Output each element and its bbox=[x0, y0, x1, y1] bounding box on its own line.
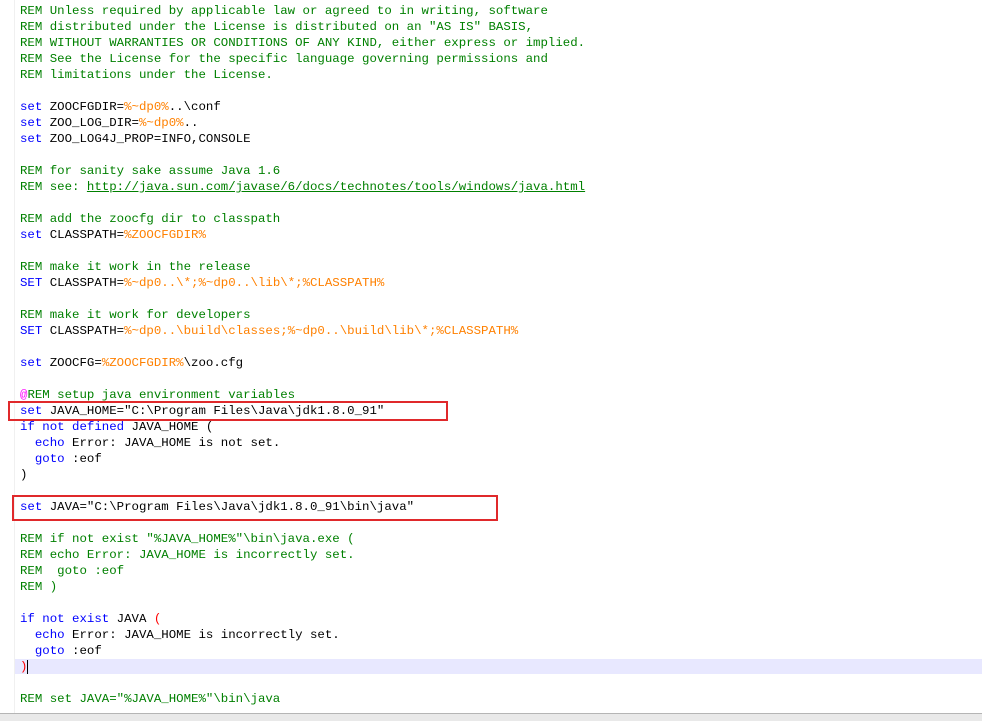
code-token: REM make it work in the release bbox=[20, 260, 251, 274]
code-line: set ZOO_LOG_DIR=%~dp0%.. bbox=[20, 115, 198, 131]
code-token: REM See the License for the specific lan… bbox=[20, 52, 548, 66]
code-token: REM for sanity sake assume Java 1.6 bbox=[20, 164, 281, 178]
code-line: ) bbox=[20, 467, 27, 483]
code-line: REM add the zoocfg dir to classpath bbox=[20, 211, 280, 227]
code-token: goto bbox=[34, 644, 65, 658]
code-token: REM if not exist "%JAVA_HOME%"\bin\java.… bbox=[20, 532, 355, 546]
code-line: echo Error: JAVA_HOME is not set. bbox=[20, 435, 280, 451]
code-token: CLASSPATH= bbox=[42, 276, 125, 290]
code-line: REM Unless required by applicable law or… bbox=[20, 3, 548, 19]
code-line: REM goto :eof bbox=[20, 563, 124, 579]
code-token: SET bbox=[20, 324, 43, 338]
code-line: REM See the License for the specific lan… bbox=[20, 51, 548, 67]
code-token: REM set JAVA="%JAVA_HOME%"\bin\java bbox=[20, 692, 281, 706]
code-line: REM if not exist "%JAVA_HOME%"\bin\java.… bbox=[20, 531, 355, 547]
java-home-highlight-box bbox=[8, 401, 448, 421]
code-token: if not defined bbox=[20, 420, 125, 434]
code-token: \zoo.cfg bbox=[183, 356, 244, 370]
code-token: http://java.sun.com/javase/6/docs/techno… bbox=[86, 180, 586, 194]
code-token: REM goto :eof bbox=[20, 564, 125, 578]
code-token: ) bbox=[20, 468, 28, 482]
code-token: ZOO_LOG4J_PROP=INFO,CONSOLE bbox=[42, 132, 251, 146]
code-line: set CLASSPATH=%ZOOCFGDIR% bbox=[20, 227, 206, 243]
code-token: JAVA bbox=[109, 612, 154, 626]
code-line: SET CLASSPATH=%~dp0..\build\classes;%~dp… bbox=[20, 323, 518, 339]
code-line: REM for sanity sake assume Java 1.6 bbox=[20, 163, 280, 179]
code-token: set bbox=[20, 356, 43, 370]
code-token: Error: JAVA_HOME is not set. bbox=[64, 436, 281, 450]
code-token: REM WITHOUT WARRANTIES OR CONDITIONS OF … bbox=[20, 36, 586, 50]
code-token: %~dp0% bbox=[124, 100, 169, 114]
code-token: set bbox=[20, 228, 43, 242]
code-token: REM ) bbox=[20, 580, 58, 594]
current-line-highlight bbox=[15, 659, 982, 674]
code-token: set bbox=[20, 132, 43, 146]
code-line: if not defined JAVA_HOME ( bbox=[20, 419, 213, 435]
editor-gutter bbox=[0, 0, 15, 713]
code-line: REM make it work for developers bbox=[20, 307, 251, 323]
code-line: REM make it work in the release bbox=[20, 259, 251, 275]
code-token: echo bbox=[34, 436, 65, 450]
code-token: ( bbox=[153, 612, 162, 626]
code-line: goto :eof bbox=[20, 451, 102, 467]
code-line: SET CLASSPATH=%~dp0..\*;%~dp0..\lib\*;%C… bbox=[20, 275, 384, 291]
code-token: :eof bbox=[64, 644, 102, 658]
code-token: if not exist bbox=[20, 612, 110, 626]
code-token: %~dp0..\build\classes;%~dp0..\build\lib\… bbox=[124, 324, 519, 338]
code-line: set ZOO_LOG4J_PROP=INFO,CONSOLE bbox=[20, 131, 251, 147]
code-token: SET bbox=[20, 276, 43, 290]
code-token: REM see: bbox=[20, 180, 87, 194]
code-token: REM distributed under the License is dis… bbox=[20, 20, 534, 34]
code-token: CLASSPATH= bbox=[42, 324, 125, 338]
code-line: goto :eof bbox=[20, 643, 102, 659]
code-line: REM set JAVA="%JAVA_HOME%"\bin\java bbox=[20, 691, 280, 707]
code-line: REM ) bbox=[20, 579, 57, 595]
code-token: %~dp0..\*;%~dp0..\lib\*;%CLASSPATH% bbox=[124, 276, 385, 290]
code-line: echo Error: JAVA_HOME is incorrectly set… bbox=[20, 627, 340, 643]
code-token: echo bbox=[34, 628, 65, 642]
code-line: REM echo Error: JAVA_HOME is incorrectly… bbox=[20, 547, 355, 563]
code-token: REM add the zoocfg dir to classpath bbox=[20, 212, 281, 226]
code-line: REM see: http://java.sun.com/javase/6/do… bbox=[20, 179, 585, 195]
code-line: set ZOOCFGDIR=%~dp0%..\conf bbox=[20, 99, 221, 115]
code-token: ZOO_LOG_DIR= bbox=[42, 116, 139, 130]
code-line: set ZOOCFG=%ZOOCFGDIR%\zoo.cfg bbox=[20, 355, 243, 371]
code-token: set bbox=[20, 116, 43, 130]
code-token: REM echo Error: JAVA_HOME is incorrectly… bbox=[20, 548, 355, 562]
code-token: goto bbox=[34, 452, 65, 466]
code-token: REM setup java environment variables bbox=[27, 388, 296, 402]
code-token: %~dp0% bbox=[138, 116, 184, 130]
code-token: ZOOCFG= bbox=[42, 356, 102, 370]
code-token: :eof bbox=[64, 452, 102, 466]
code-token: set bbox=[20, 100, 43, 114]
code-token: Error: JAVA_HOME is incorrectly set. bbox=[64, 628, 340, 642]
code-token: %ZOOCFGDIR% bbox=[101, 356, 184, 370]
code-token: %ZOOCFGDIR% bbox=[124, 228, 206, 242]
code-token: REM Unless required by applicable law or… bbox=[20, 4, 548, 18]
code-line: REM limitations under the License. bbox=[20, 67, 273, 83]
java-path-highlight-box bbox=[12, 495, 498, 521]
code-token: JAVA_HOME ( bbox=[124, 420, 214, 434]
code-token: .. bbox=[183, 116, 199, 130]
code-line: REM WITHOUT WARRANTIES OR CONDITIONS OF … bbox=[20, 35, 585, 51]
code-token: ..\conf bbox=[168, 100, 221, 114]
code-token: REM limitations under the License. bbox=[20, 68, 273, 82]
code-line: REM distributed under the License is dis… bbox=[20, 19, 533, 35]
code-line: if not exist JAVA ( bbox=[20, 611, 161, 627]
code-editor[interactable]: REM Unless required by applicable law or… bbox=[0, 0, 982, 713]
text-caret bbox=[27, 660, 28, 674]
code-token: CLASSPATH= bbox=[42, 228, 125, 242]
code-token: ZOOCFGDIR= bbox=[42, 100, 125, 114]
code-token: REM make it work for developers bbox=[20, 308, 251, 322]
